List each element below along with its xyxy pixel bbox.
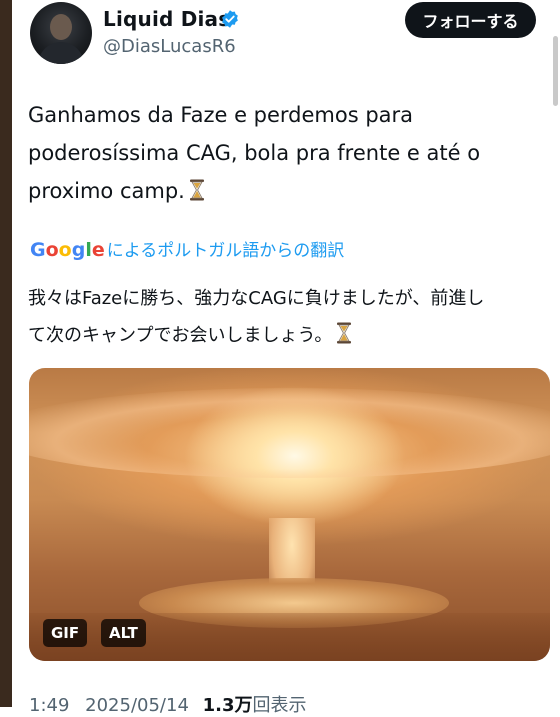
- media-gif[interactable]: [29, 368, 550, 661]
- hourglass-icon: [189, 179, 204, 201]
- translation-attribution[interactable]: Google によるポルトガル語からの翻訳: [30, 236, 344, 261]
- tweet-line: proximo camp.: [28, 172, 528, 210]
- verified-badge-icon: [222, 10, 238, 28]
- tweet-time[interactable]: 1:49: [29, 695, 69, 716]
- tweet-line: Ganhamos da Faze e perdemos para: [28, 103, 414, 127]
- tweet-date[interactable]: 2025/05/14: [85, 695, 189, 716]
- follow-button[interactable]: フォローする: [405, 2, 536, 38]
- translated-text: 我々はFazeに勝ち、強力なCAGに負けましたが、前進し て次のキャンプでお会い…: [28, 280, 533, 354]
- tweet-line: poderosíssima CAG, bola pra frente e até…: [28, 141, 481, 165]
- gif-badge[interactable]: GIF: [43, 619, 88, 647]
- views-label: 回表示: [252, 695, 307, 716]
- views-count: 1.3万: [202, 695, 253, 716]
- tweet-meta: 1:49 2025/05/14 1.3万回表示: [29, 691, 307, 717]
- author-handle[interactable]: @DiasLucasR6: [103, 36, 236, 57]
- hourglass-icon: [337, 322, 352, 344]
- alt-badge[interactable]: ALT: [101, 619, 146, 647]
- google-logo: Google: [30, 239, 105, 261]
- scrollbar[interactable]: [553, 36, 558, 106]
- author-name[interactable]: Liquid Dias: [103, 7, 230, 31]
- avatar[interactable]: [30, 2, 92, 64]
- translated-line: 我々はFazeに勝ち、強力なCAGに負けましたが、前進し: [28, 288, 485, 309]
- tweet-text: Ganhamos da Faze e perdemos para poderos…: [28, 96, 528, 210]
- translation-label: によるポルトガル語からの翻訳: [106, 241, 345, 261]
- background-edge: [0, 0, 12, 707]
- translated-line: て次のキャンプでお会いしましょう。: [28, 317, 533, 354]
